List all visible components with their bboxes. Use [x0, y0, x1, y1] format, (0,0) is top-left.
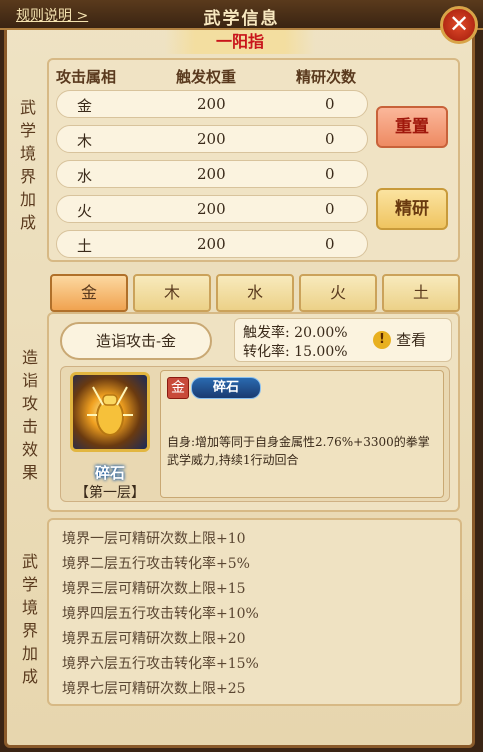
side-label-char: 学 — [19, 121, 36, 140]
side-label-char: 诣 — [21, 371, 38, 390]
row-count: 0 — [325, 200, 335, 218]
tab-water[interactable]: 水 — [216, 274, 294, 312]
table-header-weight: 触发权重 — [176, 68, 237, 86]
row-weight: 200 — [197, 235, 226, 253]
refine-button[interactable]: 精研 — [376, 188, 448, 230]
side-label-char: 效 — [21, 440, 38, 459]
side-label-mastery-effect: 造诣攻击效果 — [18, 346, 42, 484]
tab-fire[interactable]: 火 — [299, 274, 377, 312]
realm-level-item: 境界六层五行攻击转化率+15% — [62, 656, 259, 672]
side-label-char: 境 — [19, 144, 36, 163]
tab-earth[interactable]: 土 — [382, 274, 460, 312]
side-label-char: 成 — [21, 667, 38, 686]
row-weight: 200 — [197, 130, 226, 148]
realm-level-item: 境界五层可精研次数上限+20 — [62, 631, 246, 647]
row-weight: 200 — [197, 95, 226, 113]
row-count: 0 — [325, 95, 335, 113]
row-element: 土 — [77, 237, 93, 255]
attack-type-label: 造诣攻击-金 — [60, 322, 212, 360]
convert-rate: 转化率: 15.00% — [243, 344, 348, 360]
realm-level-item: 境界三层可精研次数上限+15 — [62, 581, 246, 597]
side-label-char: 成 — [19, 213, 36, 232]
golden-fist-icon[interactable] — [70, 372, 150, 452]
table-row: 土 200 0 — [56, 230, 368, 258]
row-element: 水 — [77, 167, 93, 185]
row-weight: 200 — [197, 165, 226, 183]
realm-level-item: 境界一层可精研次数上限+10 — [62, 531, 246, 547]
row-count: 0 — [325, 165, 335, 183]
side-label-realm-bonus-2: 武学境界加成 — [18, 550, 42, 688]
row-count: 0 — [325, 235, 335, 253]
table-header-count: 精研次数 — [296, 68, 357, 86]
row-element: 火 — [77, 202, 93, 220]
realm-level-item: 境界四层五行攻击转化率+10% — [62, 606, 259, 622]
window-title: 武学信息 — [203, 9, 280, 29]
row-element: 木 — [77, 132, 93, 150]
view-label: 查看 — [396, 331, 427, 349]
skill-tag: 碎石 — [191, 377, 261, 399]
rate-box: 触发率: 20.00% 转化率: 15.00% ! 查看 — [234, 318, 452, 362]
element-tag: 金 — [167, 377, 189, 399]
side-label-char: 攻 — [21, 394, 38, 413]
skill-description-box: 金 碎石 自身:增加等同于自身金属性2.76%+3300的拳掌武学威力,持续1行… — [160, 370, 444, 498]
realm-level-item: 境界七层可精研次数上限+25 — [62, 681, 246, 697]
trigger-rate: 触发率: 20.00% — [243, 325, 348, 341]
side-label-char: 加 — [21, 644, 38, 663]
side-label-realm-bonus: 武学境界加成 — [16, 96, 40, 234]
reset-button[interactable]: 重置 — [376, 106, 448, 148]
row-weight: 200 — [197, 200, 226, 218]
row-element: 金 — [77, 97, 93, 115]
table-row: 金 200 0 — [56, 90, 368, 118]
view-button[interactable]: ! 查看 — [373, 329, 426, 350]
table-row: 木 200 0 — [56, 125, 368, 153]
close-icon[interactable]: ✕ — [440, 6, 478, 44]
side-label-char: 界 — [19, 167, 36, 186]
side-label-char: 武 — [21, 552, 38, 571]
side-label-char: 学 — [21, 575, 38, 594]
tab-metal[interactable]: 金 — [50, 274, 128, 312]
side-label-char: 界 — [21, 621, 38, 640]
skill-layer: 【第一层】 — [75, 485, 145, 501]
tab-wood[interactable]: 木 — [133, 274, 211, 312]
skill-description: 自身:增加等同于自身金属性2.76%+3300的拳掌武学威力,持续1行动回合 — [167, 435, 430, 467]
table-header-element: 攻击属相 — [56, 68, 117, 86]
table-row: 水 200 0 — [56, 160, 368, 188]
skill-name: 一阳指 — [165, 30, 315, 54]
exclamation-circle-icon: ! — [373, 330, 391, 349]
side-label-char: 武 — [19, 98, 36, 117]
side-label-char: 境 — [21, 598, 38, 617]
side-label-char: 果 — [21, 463, 38, 482]
realm-level-item: 境界二层五行攻击转化率+5% — [62, 556, 250, 572]
row-count: 0 — [325, 130, 335, 148]
side-label-char: 造 — [21, 348, 38, 367]
skill-card-name: 碎石 — [94, 464, 125, 482]
side-label-char: 击 — [21, 417, 38, 436]
side-label-char: 加 — [19, 190, 36, 209]
table-row: 火 200 0 — [56, 195, 368, 223]
